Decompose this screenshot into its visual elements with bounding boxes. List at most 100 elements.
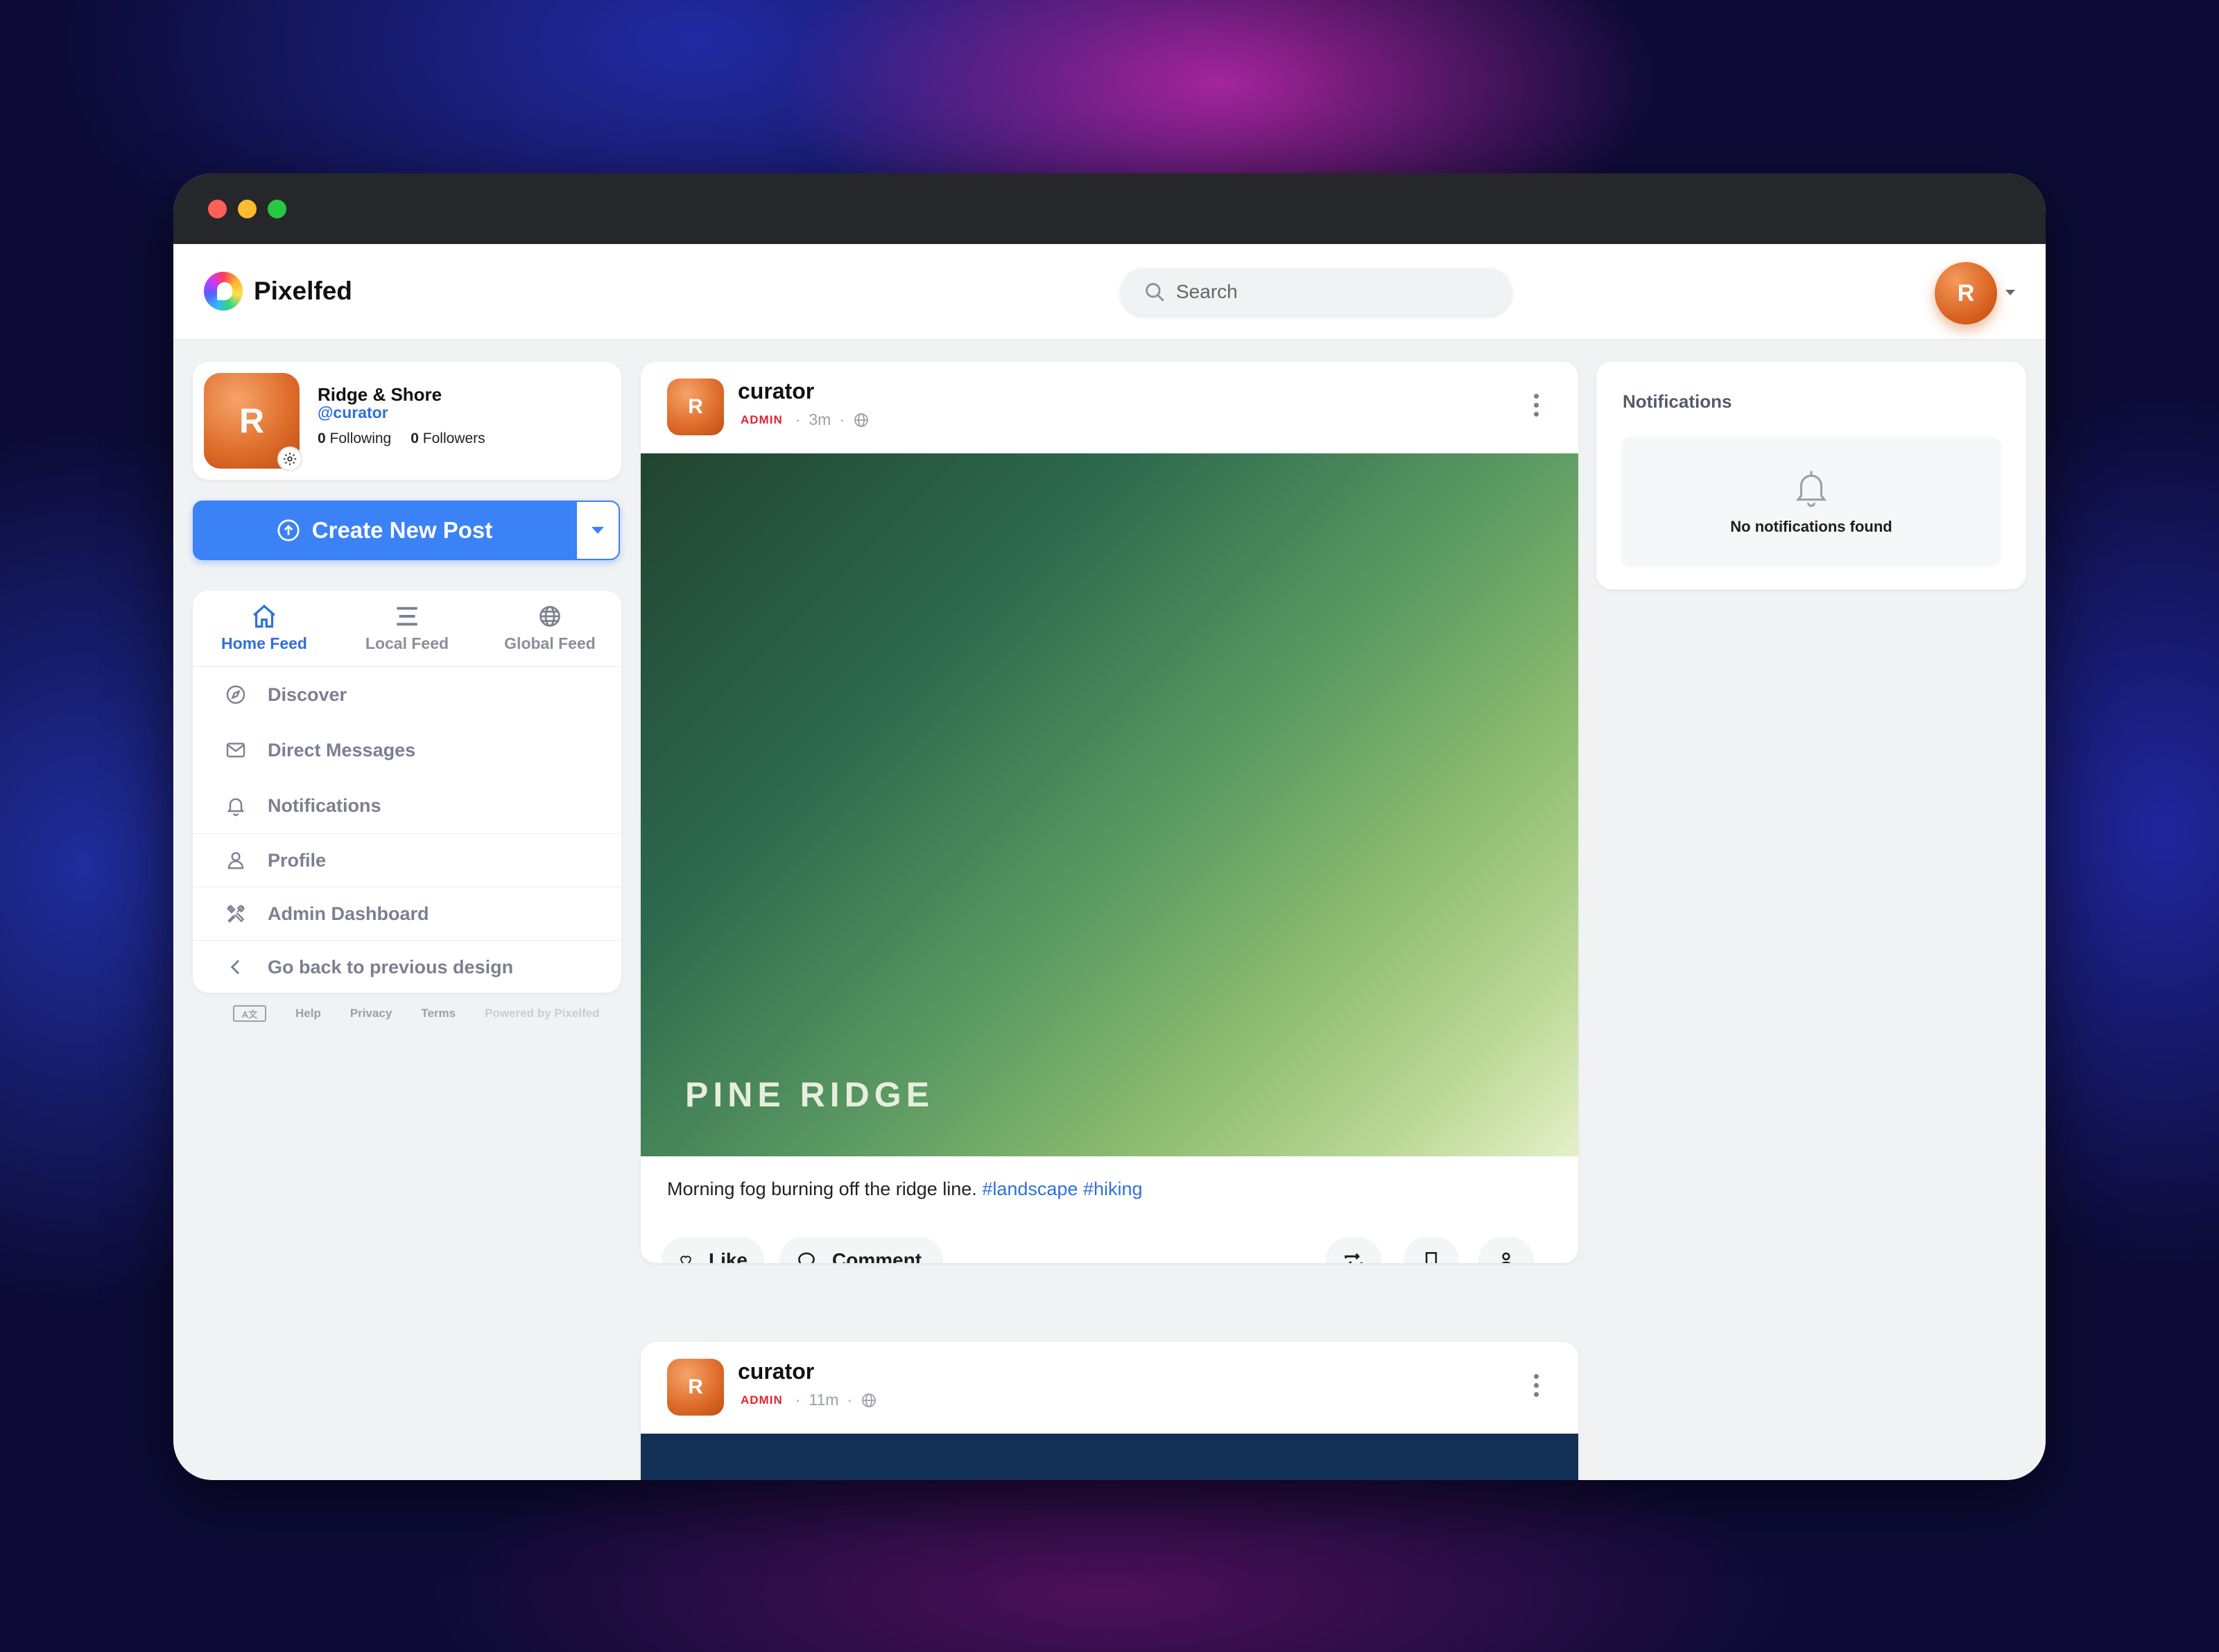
- tab-home-feed[interactable]: Home Feed: [193, 591, 336, 666]
- search-input[interactable]: [1176, 281, 1488, 303]
- sidebar-item-label: Discover: [268, 684, 347, 705]
- following-stat[interactable]: 0 Following: [318, 431, 391, 447]
- sidebar-item-admin-dashboard[interactable]: Admin Dashboard: [193, 887, 621, 940]
- top-navbar: Pixelfed R: [173, 244, 2046, 340]
- post-avatar[interactable]: R: [667, 379, 724, 435]
- user-icon: [227, 852, 244, 869]
- no-notifications-text: No notifications found: [1730, 518, 1892, 535]
- hashtag-link[interactable]: #hiking: [1083, 1179, 1143, 1199]
- followers-label: Followers: [422, 431, 485, 446]
- share-button[interactable]: [1326, 1237, 1381, 1263]
- sidebar-item-discover[interactable]: Discover: [193, 667, 621, 722]
- comment-button[interactable]: Comment: [779, 1237, 943, 1263]
- post-header: R curator ADMIN · 11m ·: [641, 1342, 1578, 1434]
- powered-by-link[interactable]: Powered by Pixelfed: [485, 1007, 599, 1020]
- create-post-button-group: Create New Post: [193, 501, 620, 560]
- feed-tabs: Home Feed Local Feed Global Feed: [193, 591, 621, 667]
- heart-icon: [680, 1255, 691, 1263]
- bell-icon: [1795, 471, 1827, 507]
- globe-icon: [539, 606, 560, 627]
- bell-icon: [227, 798, 245, 817]
- post-avatar[interactable]: R: [667, 1359, 724, 1416]
- sidebar-item-notifications[interactable]: Notifications: [193, 778, 621, 833]
- post-actions: Like Comment: [662, 1237, 1557, 1263]
- post-image[interactable]: PINE RIDGE: [641, 453, 1578, 1156]
- post-header: R curator ADMIN · 3m ·: [641, 362, 1578, 453]
- tab-global-feed[interactable]: Global Feed: [478, 591, 621, 666]
- bookmark-button[interactable]: [1404, 1237, 1459, 1263]
- bookmark-icon: [1425, 1252, 1437, 1263]
- post-options-icon[interactable]: [1534, 394, 1539, 417]
- post-meta: ADMIN · 11m ·: [741, 1391, 886, 1409]
- post-image[interactable]: [641, 1434, 1578, 1480]
- post-options-icon[interactable]: [1534, 1374, 1539, 1397]
- terms-link[interactable]: Terms: [421, 1007, 456, 1020]
- pixelfed-logo-icon: [204, 272, 243, 311]
- sidebar-item-label: Go back to previous design: [268, 956, 514, 977]
- app-logo[interactable]: Pixelfed: [204, 272, 352, 311]
- profile-card: R Ridge & Shore @curator 0 Following 0 F…: [193, 362, 621, 480]
- followers-stat[interactable]: 0 Followers: [411, 431, 485, 447]
- sidebar-item-profile[interactable]: Profile: [193, 833, 621, 887]
- profile-stats: 0 Following 0 Followers: [318, 431, 485, 447]
- notifications-empty-state: No notifications found: [1621, 437, 2001, 567]
- browser-window: Pixelfed R R Ridge & Shore @curator 0 Fo…: [173, 173, 2046, 1480]
- post-username[interactable]: curator: [738, 1359, 814, 1384]
- meta-separator: ·: [795, 1391, 801, 1409]
- create-new-post-button[interactable]: Create New Post: [193, 501, 576, 560]
- comment-icon: [798, 1252, 815, 1263]
- mail-icon: [226, 742, 245, 758]
- admin-badge: ADMIN: [741, 1393, 783, 1407]
- help-link[interactable]: Help: [295, 1007, 321, 1020]
- post-meta: ADMIN · 3m ·: [741, 410, 878, 429]
- tab-local-feed[interactable]: Local Feed: [336, 591, 478, 666]
- sidebar-item-label: Admin Dashboard: [268, 903, 429, 924]
- notifications-card: Notifications No notifications found: [1596, 362, 2026, 589]
- post-caption: Morning fog burning off the ridge line. …: [667, 1179, 1143, 1200]
- upload-circle-icon: [277, 519, 300, 541]
- home-icon: [253, 605, 275, 628]
- user-menu-avatar[interactable]: R: [1935, 262, 1997, 324]
- globe-icon: [862, 1393, 877, 1407]
- admin-badge: ADMIN: [741, 412, 783, 426]
- gear-icon[interactable]: [277, 446, 302, 471]
- sidebar-item-previous-design[interactable]: Go back to previous design: [193, 940, 621, 993]
- close-window-button[interactable]: [208, 200, 227, 218]
- globe-icon: [854, 412, 868, 427]
- moderation-button[interactable]: [1478, 1237, 1534, 1263]
- feed-post: R curator ADMIN · 3m · PINE RIDGE Mornin…: [641, 362, 1578, 1263]
- following-label: Following: [329, 431, 392, 446]
- tab-label: Global Feed: [504, 634, 596, 652]
- tab-label: Home Feed: [221, 634, 307, 652]
- window-titlebar: [173, 173, 2046, 244]
- list-icon: [397, 607, 417, 626]
- followers-count: 0: [411, 431, 419, 446]
- meta-separator: ·: [795, 410, 801, 428]
- sidebar-item-label: Notifications: [268, 794, 381, 816]
- sidebar-footer: A文 Help Privacy Terms Powered by Pixelfe…: [233, 1005, 599, 1022]
- post-username[interactable]: curator: [738, 379, 814, 404]
- sidebar-item-direct-messages[interactable]: Direct Messages: [193, 722, 621, 778]
- navigation-card: Home Feed Local Feed Global Feed Discove…: [193, 591, 621, 993]
- meta-separator: ·: [839, 410, 845, 428]
- create-post-dropdown-button[interactable]: [576, 501, 620, 560]
- profile-handle[interactable]: @curator: [318, 403, 388, 422]
- create-post-label: Create New Post: [311, 517, 493, 543]
- post-time[interactable]: 3m: [809, 410, 831, 429]
- translate-icon[interactable]: A文: [233, 1005, 266, 1022]
- post-time[interactable]: 11m: [809, 1391, 838, 1409]
- caption-text: Morning fog burning off the ridge line.: [667, 1179, 977, 1199]
- tab-label: Local Feed: [365, 634, 449, 652]
- chevron-left-icon: [230, 959, 240, 975]
- like-button[interactable]: Like: [662, 1237, 764, 1263]
- compass-icon: [226, 685, 245, 704]
- caret-down-icon[interactable]: [2005, 290, 2015, 295]
- search-bar[interactable]: [1121, 268, 1512, 315]
- sidebar-item-label: Direct Messages: [268, 739, 416, 760]
- minimize-window-button[interactable]: [238, 200, 257, 218]
- privacy-link[interactable]: Privacy: [350, 1007, 392, 1020]
- maximize-window-button[interactable]: [268, 200, 286, 218]
- tools-icon: [226, 904, 245, 923]
- hashtag-link[interactable]: #landscape: [982, 1179, 1078, 1199]
- app-name: Pixelfed: [254, 277, 352, 305]
